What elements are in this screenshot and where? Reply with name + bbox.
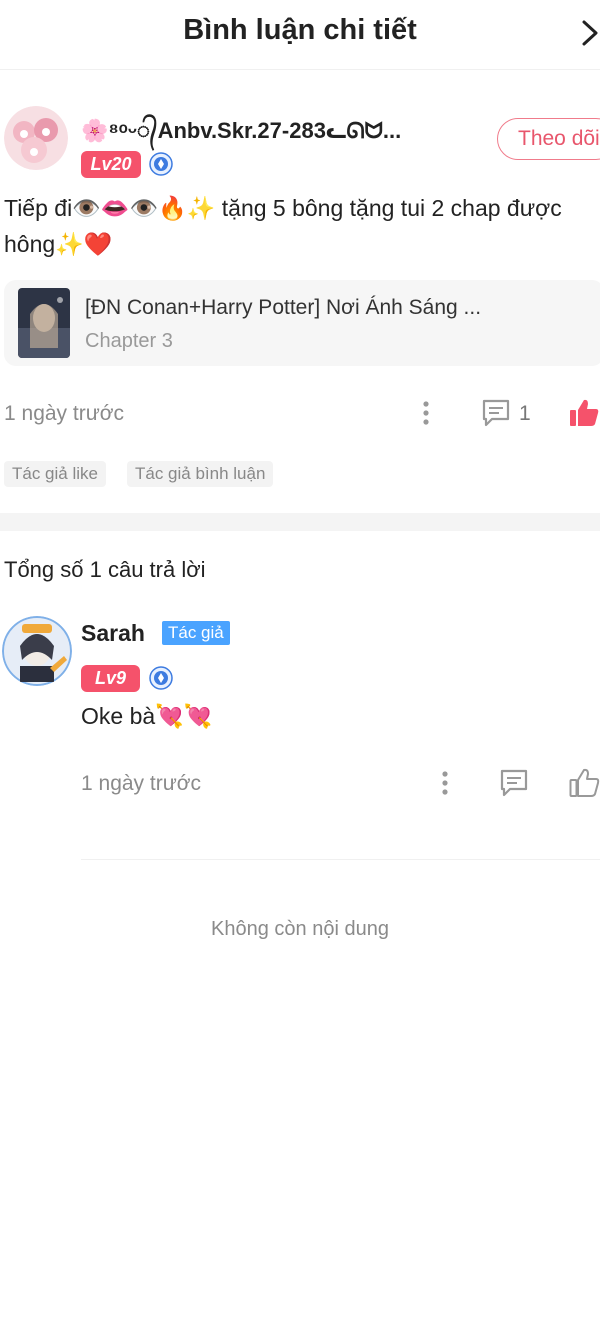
follow-button[interactable]: Theo dõi <box>497 118 600 160</box>
reply-text: Oke bà💘💘 <box>81 703 213 729</box>
top-bar: Bình luận chi tiết <box>0 0 600 70</box>
avatar[interactable] <box>4 106 68 170</box>
chapter-title: [ĐN Conan+Harry Potter] Nơi Ánh Sáng ... <box>85 296 482 319</box>
total-replies-label: Tổng số 1 câu trả lời <box>4 557 206 582</box>
reply-avatar[interactable] <box>2 616 72 686</box>
author-liked-tag: Tác giả like <box>4 461 106 487</box>
reply-timestamp: 1 ngày trước <box>81 772 202 795</box>
section-divider <box>0 513 600 531</box>
more-options-icon[interactable] <box>420 400 432 428</box>
reply-comment-icon[interactable] <box>499 768 529 798</box>
chapter-card[interactable]: [ĐN Conan+Harry Potter] Nơi Ánh Sáng ...… <box>4 280 600 366</box>
reply-divider <box>81 859 600 860</box>
commenter-name[interactable]: 🌸⁸ᵒᵕ᭄Anbv.Skr.27-283ᓚᘏᗢ... <box>81 114 421 154</box>
chevron-right-icon[interactable] <box>580 18 600 48</box>
reply-more-options-icon[interactable] <box>439 770 451 798</box>
end-of-content-label: Không còn nội dung <box>211 918 389 940</box>
level-badge: Lv20 <box>81 151 141 178</box>
comment-timestamp: 1 ngày trước <box>4 402 125 425</box>
reply-verified-icon <box>149 666 173 690</box>
reply-username[interactable]: Sarah <box>81 620 145 647</box>
page-title: Bình luận chi tiết <box>183 14 417 46</box>
author-badge: Tác giả <box>162 621 230 645</box>
reply-icon[interactable] <box>481 398 511 428</box>
chapter-number: Chapter 3 <box>85 330 173 352</box>
author-commented-tag: Tác giả bình luận <box>127 461 274 487</box>
reply-level-badge: Lv9 <box>81 665 140 692</box>
like-icon-active[interactable] <box>569 398 600 428</box>
reply-like-icon[interactable] <box>569 768 600 798</box>
comment-text: Tiếp đi👁️👄👁️🔥✨ tặng 5 bông tặng tui 2 ch… <box>4 195 562 257</box>
verified-icon <box>149 152 173 176</box>
chapter-cover-image <box>18 288 70 358</box>
reply-count: 1 <box>519 402 531 425</box>
